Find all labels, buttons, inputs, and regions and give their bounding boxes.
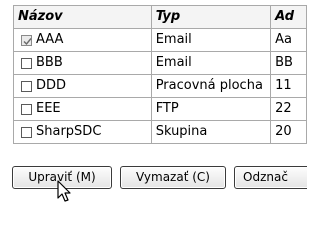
type-cell: Skupina (150, 120, 272, 144)
name-cell: EEE (13, 97, 152, 121)
row-name: BBB (36, 55, 63, 70)
address-cell: BB (270, 51, 307, 75)
address-cell: 20 (270, 120, 307, 144)
table-row[interactable]: AAA Email Aa (13, 28, 307, 52)
row-checkbox[interactable] (21, 57, 32, 69)
type-cell: Email (150, 51, 272, 75)
type-cell: Pracovná plocha (150, 74, 272, 98)
address-cell: 11 (270, 74, 307, 98)
address-table: Názov Typ Ad AAA Email Aa BBB Email BB D… (13, 5, 307, 144)
type-cell: FTP (150, 97, 272, 121)
header-name[interactable]: Názov (13, 5, 152, 29)
table-row[interactable]: EEE FTP 22 (13, 97, 307, 121)
address-cell: Aa (270, 28, 307, 52)
row-checkbox[interactable] (21, 126, 32, 138)
table-row[interactable]: DDD Pracovná plocha 11 (13, 74, 307, 98)
row-checkbox[interactable] (21, 80, 32, 92)
row-name: EEE (36, 101, 61, 116)
table-row[interactable]: BBB Email BB (13, 51, 307, 75)
delete-button[interactable]: Vymazať (C) (120, 166, 226, 189)
name-cell: DDD (13, 74, 152, 98)
name-cell: BBB (13, 51, 152, 75)
address-cell: 22 (270, 97, 307, 121)
header-address[interactable]: Ad (270, 5, 307, 29)
arrow-pointer-icon (57, 180, 71, 202)
checkmark-icon (23, 37, 32, 45)
type-cell: Email (150, 28, 272, 52)
name-cell: SharpSDC (13, 120, 152, 144)
row-name: SharpSDC (36, 124, 102, 139)
address-book-screen: Názov Typ Ad AAA Email Aa BBB Email BB D… (0, 0, 307, 216)
row-checkbox[interactable] (21, 103, 32, 115)
header-type[interactable]: Typ (150, 5, 272, 29)
row-name: AAA (36, 32, 64, 47)
table-header-row: Názov Typ Ad (13, 5, 307, 29)
name-cell: AAA (13, 28, 152, 52)
row-name: DDD (36, 78, 67, 93)
table-row[interactable]: SharpSDC Skupina 20 (13, 120, 307, 144)
deselect-button[interactable]: Odznač (234, 166, 307, 189)
row-checkbox[interactable] (21, 34, 32, 46)
